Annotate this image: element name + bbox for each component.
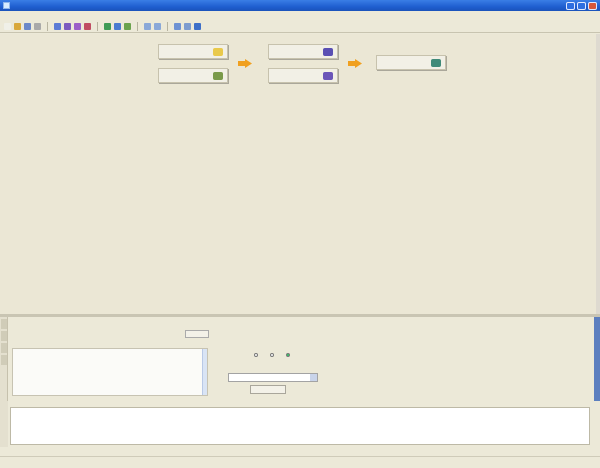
window-icon[interactable] xyxy=(184,22,191,30)
property-table[interactable] xyxy=(12,348,208,396)
option-radio[interactable] xyxy=(286,353,292,357)
zoom-out-icon[interactable] xyxy=(154,22,161,30)
option-radio[interactable] xyxy=(270,353,276,357)
apply-button[interactable] xyxy=(250,385,286,394)
arrow-icon[interactable] xyxy=(34,22,41,30)
console-side-strip xyxy=(0,401,8,447)
run-icon[interactable] xyxy=(54,22,61,30)
side-tab[interactable] xyxy=(1,331,7,341)
help-icon[interactable] xyxy=(194,22,201,30)
option-select[interactable] xyxy=(228,373,318,382)
zoom-in-icon[interactable] xyxy=(144,22,151,30)
console-output[interactable] xyxy=(10,407,590,445)
canvas-scrollbar[interactable] xyxy=(596,34,600,314)
property-key xyxy=(13,389,73,394)
layout-icon[interactable] xyxy=(174,22,181,30)
side-tab[interactable] xyxy=(1,319,7,329)
workflow-node[interactable] xyxy=(158,68,228,83)
green-flag-icon[interactable] xyxy=(104,22,111,30)
check-icon[interactable] xyxy=(124,22,131,30)
options-group xyxy=(220,347,340,397)
node-icon xyxy=(323,71,333,80)
property-label xyxy=(12,326,212,332)
delete-icon[interactable] xyxy=(84,22,91,30)
app-icon xyxy=(3,2,10,9)
option-radio[interactable] xyxy=(254,353,260,357)
node-icon xyxy=(431,58,441,67)
side-tab[interactable] xyxy=(1,355,7,365)
node-icon xyxy=(213,71,223,80)
workflow-node[interactable] xyxy=(158,44,228,59)
new-icon[interactable] xyxy=(4,22,11,30)
node-icon xyxy=(213,47,223,56)
title-bar xyxy=(0,0,600,11)
property-value xyxy=(73,389,207,394)
workflow-node[interactable] xyxy=(268,44,338,59)
properties-panel xyxy=(0,317,600,401)
debug-icon[interactable] xyxy=(74,22,81,30)
properties-form xyxy=(12,320,212,398)
toolbar-separator xyxy=(167,21,168,31)
stop-icon[interactable] xyxy=(64,22,71,30)
panel-scroll-strip[interactable] xyxy=(594,317,600,401)
minimize-button[interactable] xyxy=(566,1,575,10)
blue-grid-icon[interactable] xyxy=(114,22,121,30)
workflow-node[interactable] xyxy=(376,55,446,70)
toolbar-separator xyxy=(47,21,48,31)
node-icon xyxy=(323,47,333,56)
property-row[interactable] xyxy=(13,389,207,394)
console-panel xyxy=(0,401,600,447)
toolbar-separator xyxy=(97,21,98,31)
save-icon[interactable] xyxy=(24,22,31,30)
browse-button[interactable] xyxy=(185,330,209,338)
status-bar xyxy=(0,456,600,468)
menu-bar xyxy=(0,11,600,20)
chevron-down-icon[interactable] xyxy=(310,374,317,381)
flow-arrow-icon xyxy=(348,59,362,68)
workflow-node[interactable] xyxy=(268,68,338,83)
maximize-button[interactable] xyxy=(577,1,586,10)
flow-arrow-icon xyxy=(238,59,252,68)
toolbar xyxy=(0,20,600,33)
side-tab-strip xyxy=(0,317,8,401)
workflow-canvas[interactable] xyxy=(0,34,596,314)
open-folder-icon[interactable] xyxy=(14,22,21,30)
property-table-scrollbar[interactable] xyxy=(202,349,207,395)
toolbar-separator xyxy=(137,21,138,31)
close-button[interactable] xyxy=(588,1,597,10)
side-tab[interactable] xyxy=(1,343,7,353)
